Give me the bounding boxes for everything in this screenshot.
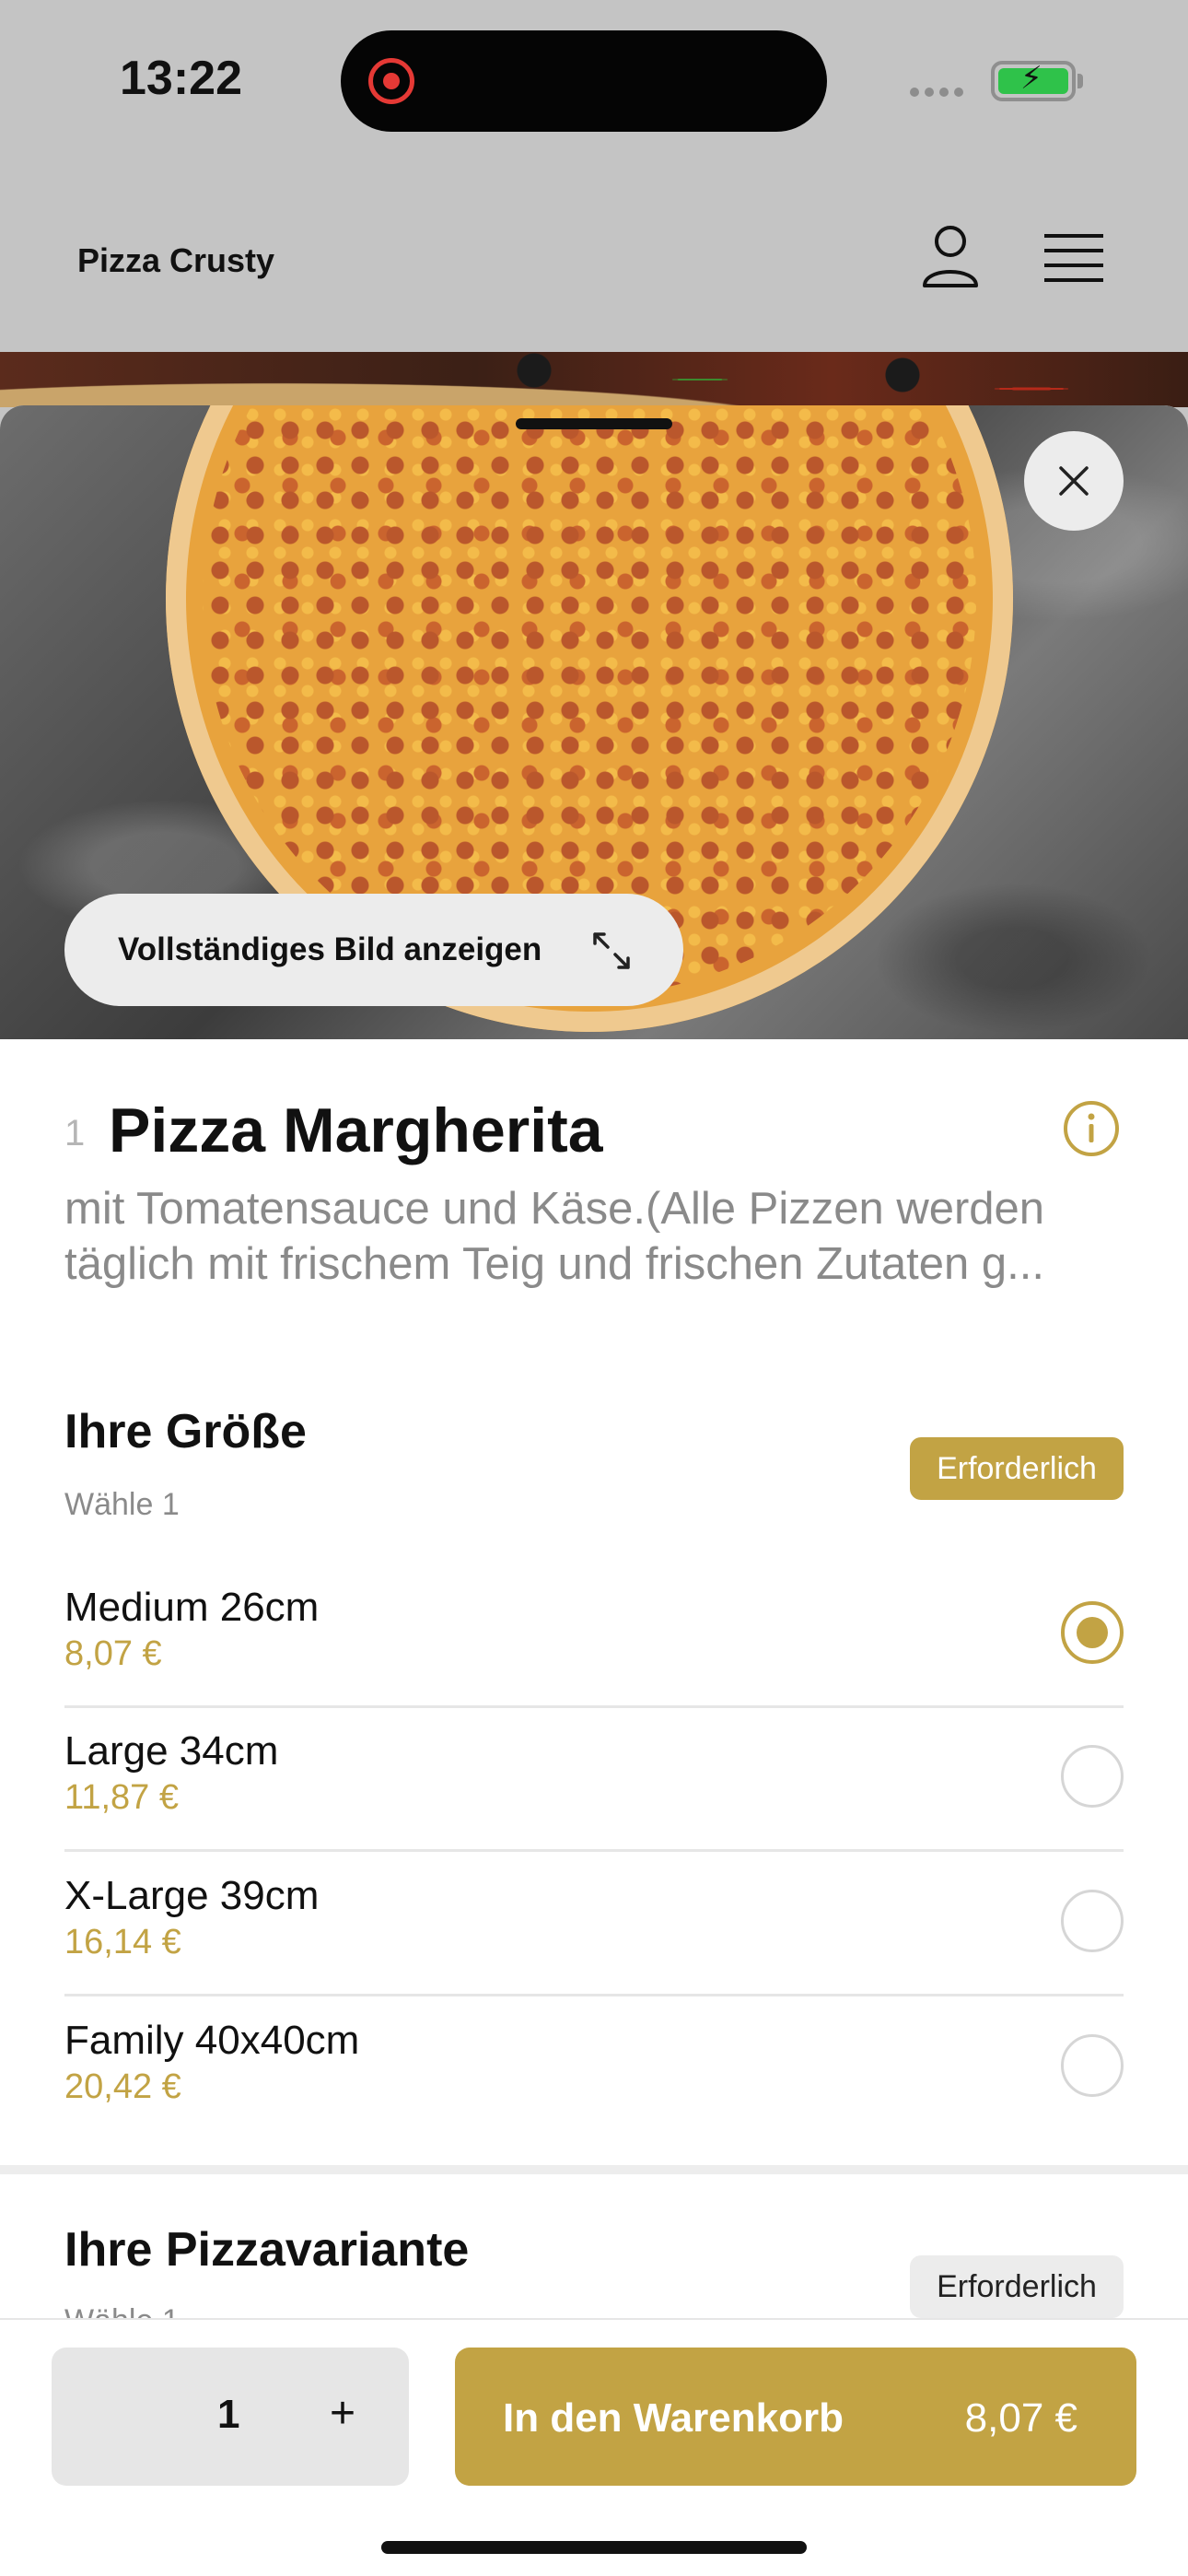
divider (64, 1849, 1124, 1852)
sheet-grabber[interactable] (516, 418, 672, 429)
size-option-medium[interactable]: Medium 26cm 8,07 € (64, 1564, 1124, 1708)
bottom-action-bar: 1 + In den Warenkorb 8,07 € (0, 2318, 1188, 2576)
close-button[interactable] (1024, 431, 1124, 531)
option-price: 11,87 € (64, 1778, 179, 1817)
quantity-stepper[interactable]: 1 + (52, 2348, 409, 2486)
radio-unselected[interactable] (1061, 1745, 1124, 1808)
size-required-badge: Erforderlich (910, 1437, 1124, 1500)
home-indicator[interactable] (381, 2541, 807, 2554)
option-name: Large 34cm (64, 1728, 279, 1774)
option-name: X-Large 39cm (64, 1873, 320, 1918)
radio-unselected[interactable] (1061, 1890, 1124, 1952)
section-separator (0, 2165, 1188, 2174)
add-to-cart-button[interactable]: In den Warenkorb 8,07 € (455, 2348, 1136, 2486)
variant-required-badge: Erforderlich (910, 2255, 1124, 2318)
option-name: Medium 26cm (64, 1585, 320, 1630)
option-price: 16,14 € (64, 1923, 181, 1961)
quantity-value: 1 (217, 2392, 240, 2437)
user-account-icon[interactable] (921, 223, 980, 289)
radio-unselected[interactable] (1061, 2034, 1124, 2097)
add-to-cart-label: In den Warenkorb (503, 2395, 844, 2441)
size-option-large[interactable]: Large 34cm 11,87 € (64, 1708, 1124, 1852)
option-price: 8,07 € (64, 1634, 162, 1673)
show-full-image-button[interactable]: Vollständiges Bild anzeigen (64, 894, 683, 1006)
size-section-title: Ihre Größe (64, 1405, 307, 1458)
close-icon (1059, 466, 1089, 496)
product-description: mit Tomatensauce und Käse.(Alle Pizzen w… (64, 1184, 1045, 1289)
show-full-image-label: Vollständiges Bild anzeigen (118, 931, 542, 967)
radio-selected[interactable] (1061, 1601, 1124, 1664)
product-image: Vollständiges Bild anzeigen (0, 405, 1188, 1039)
product-number: 1 (64, 1113, 86, 1153)
product-name: Pizza Margherita (109, 1095, 603, 1165)
status-time: 13:22 (120, 52, 242, 105)
hamburger-menu-icon[interactable] (1044, 232, 1103, 284)
battery-icon: ⚡ (991, 61, 1076, 101)
size-option-family[interactable]: Family 40x40cm 20,42 € (64, 1997, 1124, 2141)
product-sheet: Vollständiges Bild anzeigen 1 Pizza Marg… (0, 405, 1188, 2576)
increase-quantity-button[interactable]: + (330, 2388, 355, 2439)
option-price: 20,42 € (64, 2067, 181, 2106)
recording-icon (368, 58, 414, 104)
battery-tip (1077, 74, 1083, 88)
option-name: Family 40x40cm (64, 2018, 360, 2063)
size-section-subtitle: Wähle 1 (64, 1487, 180, 1522)
restaurant-title[interactable]: Pizza Crusty (77, 241, 274, 280)
expand-icon (593, 932, 630, 969)
info-icon[interactable] (1063, 1100, 1120, 1157)
background-pizza-image (0, 352, 1188, 407)
signal-icon (910, 85, 974, 97)
size-option-xlarge[interactable]: X-Large 39cm 16,14 € (64, 1853, 1124, 1996)
charging-bolt-icon: ⚡ (1020, 61, 1042, 96)
variant-section-title: Ihre Pizzavariante (64, 2223, 470, 2277)
divider (64, 1994, 1124, 1996)
add-to-cart-price: 8,07 € (964, 2395, 1077, 2441)
dynamic-island (341, 30, 827, 132)
